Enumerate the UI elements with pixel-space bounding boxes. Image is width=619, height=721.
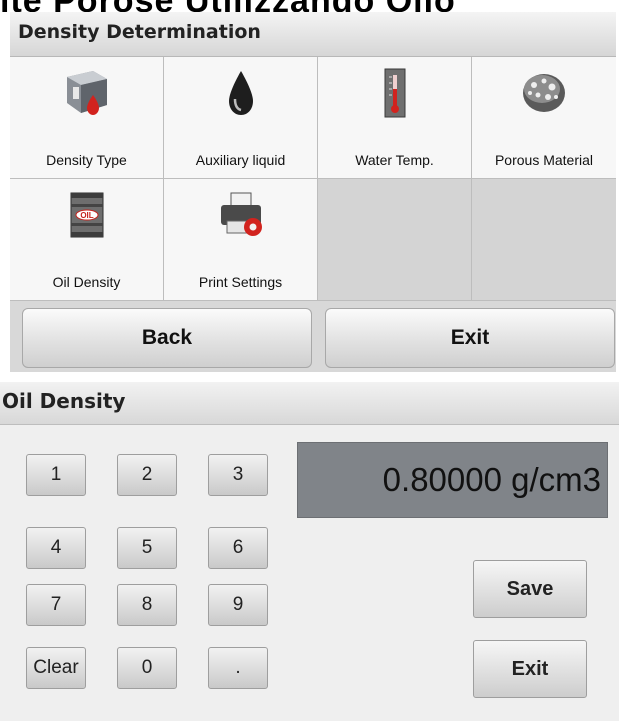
tile-auxiliary-liquid[interactable]: Auxiliary liquid xyxy=(164,57,318,179)
liquid-drop-icon xyxy=(228,71,253,115)
value-display: 0.80000 g/cm3 xyxy=(297,442,608,518)
tile-label: Density Type xyxy=(46,152,127,168)
tile-oil-density[interactable]: OIL Oil Density xyxy=(10,179,164,301)
porous-material-icon xyxy=(523,74,565,112)
density-type-icon xyxy=(66,71,107,115)
key-4[interactable]: 4 xyxy=(26,527,86,569)
empty-tile xyxy=(472,179,616,301)
key-1[interactable]: 1 xyxy=(26,454,86,496)
tile-label: Porous Material xyxy=(494,152,594,168)
panel-title: Density Determination xyxy=(18,21,261,43)
decimal-key[interactable]: . xyxy=(208,647,268,689)
clear-key[interactable]: Clear xyxy=(26,647,86,689)
tile-water-temp[interactable]: Water Temp. xyxy=(318,57,472,179)
settings-grid: Density Type Auxiliary liquid Water Temp… xyxy=(10,57,616,301)
panel-header: Density Determination xyxy=(10,12,616,57)
panel-footer: Back Exit xyxy=(10,301,616,372)
key-7[interactable]: 7 xyxy=(26,584,86,626)
density-determination-panel: Density Determination Density Type Auxil… xyxy=(10,12,616,372)
oil-density-title: Oil Density xyxy=(2,389,126,413)
tile-density-type[interactable]: Density Type xyxy=(10,57,164,179)
oil-density-header: Oil Density xyxy=(0,382,619,425)
key-6[interactable]: 6 xyxy=(208,527,268,569)
key-2[interactable]: 2 xyxy=(117,454,177,496)
tile-label: Print Settings xyxy=(198,274,283,290)
empty-tile xyxy=(318,179,472,301)
key-9[interactable]: 9 xyxy=(208,584,268,626)
tile-label: Oil Density xyxy=(52,274,121,290)
svg-text:OIL: OIL xyxy=(80,211,93,220)
key-8[interactable]: 8 xyxy=(117,584,177,626)
tile-print-settings[interactable]: Print Settings xyxy=(164,179,318,301)
save-button[interactable]: Save xyxy=(473,560,587,618)
key-0[interactable]: 0 xyxy=(117,647,177,689)
exit-button[interactable]: Exit xyxy=(325,308,615,368)
cropped-page-heading: ité Porose Utilizzando Olio xyxy=(0,0,619,12)
exit-button-keypad[interactable]: Exit xyxy=(473,640,587,698)
tile-label: Water Temp. xyxy=(355,152,434,168)
thermometer-icon xyxy=(384,68,405,118)
back-button[interactable]: Back xyxy=(22,308,312,368)
printer-settings-icon xyxy=(220,192,262,236)
tile-porous-material[interactable]: Porous Material xyxy=(472,57,616,179)
key-5[interactable]: 5 xyxy=(117,527,177,569)
tile-label: Auxiliary liquid xyxy=(195,152,286,168)
key-3[interactable]: 3 xyxy=(208,454,268,496)
oil-barrel-icon: OIL xyxy=(70,192,103,238)
